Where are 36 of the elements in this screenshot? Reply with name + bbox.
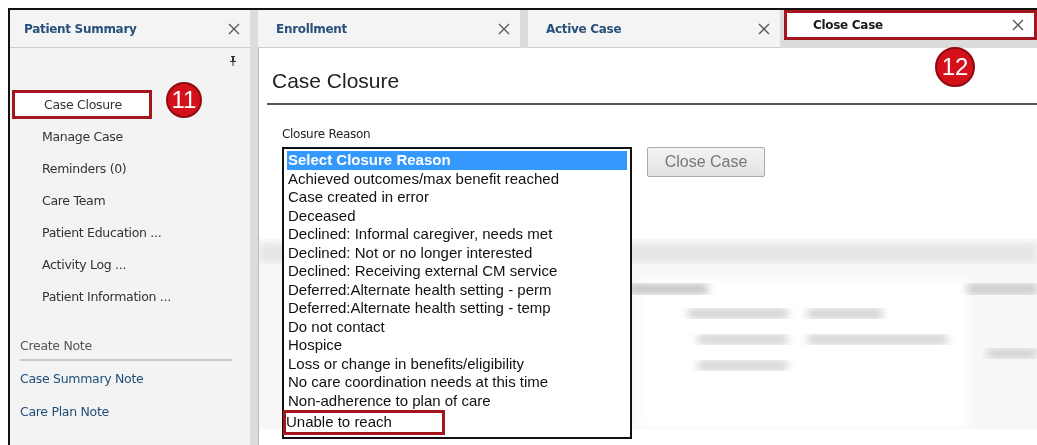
- pin-icon[interactable]: [230, 56, 236, 66]
- list-option[interactable]: Do not contact: [287, 317, 627, 336]
- sidebar-link[interactable]: Care Plan Note: [10, 394, 250, 427]
- list-option[interactable]: Loss or change in benefits/eligibility: [287, 354, 627, 373]
- sidebar-item[interactable]: Care Team: [10, 192, 106, 208]
- field-label: Closure Reason: [281, 126, 372, 141]
- list-option[interactable]: Non-adherence to plan of care: [287, 391, 627, 410]
- list-option[interactable]: Case created in error: [287, 188, 627, 207]
- list-option[interactable]: Hospice: [287, 336, 627, 355]
- list-option[interactable]: Deferred:Alternate health setting - temp: [287, 299, 627, 318]
- sidebar-item[interactable]: Manage Case: [10, 128, 123, 144]
- list-option[interactable]: No care coordination needs at this time: [287, 373, 627, 392]
- tab[interactable]: Enrollment: [258, 10, 520, 48]
- list-option[interactable]: Declined: Receiving external CM service: [287, 262, 627, 281]
- sidebar-item[interactable]: Case Closure: [12, 89, 152, 119]
- close-icon[interactable]: [498, 22, 510, 35]
- list-option[interactable]: Achieved outcomes/max benefit reached: [287, 169, 627, 188]
- sidebar-item[interactable]: Patient Information ...: [10, 288, 171, 304]
- list-option[interactable]: Declined: Informal caregiver, needs met: [287, 225, 627, 244]
- tab[interactable]: Active Case: [528, 10, 780, 48]
- close-icon[interactable]: [228, 22, 240, 35]
- sidebar-link[interactable]: Case Summary Note: [10, 361, 250, 394]
- section-title: Create Note: [20, 338, 232, 361]
- callout-badge: 11: [166, 82, 202, 118]
- list-option[interactable]: Deceased: [287, 206, 627, 225]
- list-option[interactable]: Unable to reach: [283, 410, 445, 435]
- close-case-button[interactable]: Close Case: [647, 147, 765, 177]
- closure-reason-listbox[interactable]: [282, 147, 632, 439]
- sidebar-item[interactable]: Reminders (0): [10, 160, 127, 176]
- list-option[interactable]: Deferred:Alternate health setting - perm: [287, 280, 627, 299]
- close-icon[interactable]: [1012, 19, 1024, 31]
- close-icon[interactable]: [758, 22, 770, 35]
- sidebar-item[interactable]: Patient Education ...: [10, 224, 162, 240]
- tab[interactable]: Close Case: [784, 10, 1037, 40]
- sidebar-item[interactable]: Activity Log ...: [10, 256, 127, 272]
- tab[interactable]: Patient Summary: [10, 10, 250, 48]
